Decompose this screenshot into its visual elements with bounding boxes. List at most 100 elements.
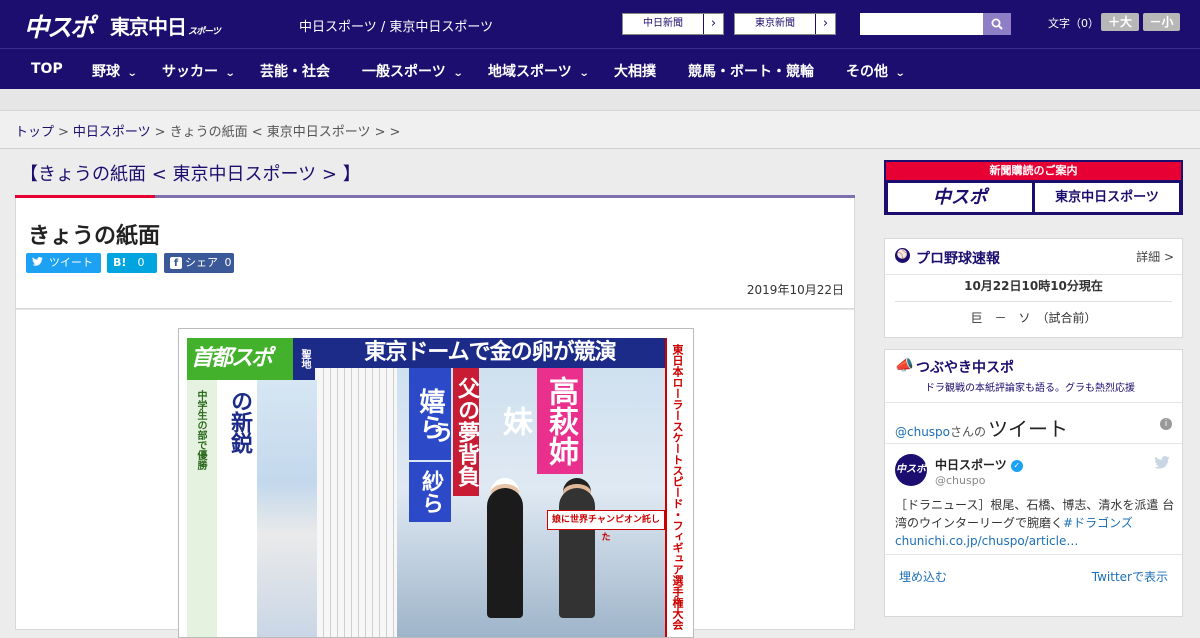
nav-item-entertainment[interactable]: 芸能・社会 <box>260 61 330 81</box>
nav-item-top[interactable]: TOP <box>31 61 63 77</box>
divider <box>885 402 1182 403</box>
nav-item-label: 競馬・ボート・競輪 <box>688 64 814 80</box>
chevron-right-icon: › <box>703 14 723 34</box>
tokyo-shimbun-link[interactable]: 東京新聞 › <box>734 13 836 35</box>
view-on-twitter-link[interactable]: Twitterで表示 <box>1092 568 1168 585</box>
facebook-share-label: シェア <box>185 256 218 269</box>
newspaper-front-page-image[interactable]: 首都スポ 聖地 東京ドームで金の卵が競演 中学生の部で優勝 王国・徳島に挑む東日… <box>178 328 694 638</box>
baseball-scores-header: ⚾ プロ野球速報 詳細 > <box>885 239 1182 275</box>
tweets-title: つぶやき中スポ <box>916 360 1014 376</box>
tweet-text: ［ドラニュース］根尾、石橋、博志、清水を派遣 台湾のウインターリーグで腕磨く#ド… <box>895 496 1175 550</box>
promo-chuspo[interactable]: 中スポ <box>888 183 1032 212</box>
divider <box>885 443 1182 444</box>
breadcrumb-separator: > <box>58 125 69 140</box>
newspaper-logo: 首都スポ <box>187 338 293 380</box>
baseball-details-link[interactable]: 詳細 > <box>1136 248 1174 265</box>
nav-item-other[interactable]: その他 ⌄ <box>846 61 906 81</box>
tweets-by-suffix: さんの <box>950 425 987 439</box>
tokyo-logo-text: 東京中日 <box>110 15 187 39</box>
nav-item-label: 地域スポーツ <box>488 64 572 80</box>
nav-item-sumo[interactable]: 大相撲 <box>614 61 656 81</box>
megaphone-icon: 📣 <box>895 356 914 374</box>
info-icon[interactable]: i <box>1160 418 1172 430</box>
chevron-down-icon: ⌄ <box>452 68 464 79</box>
newspaper-kicker: 聖地 <box>293 338 315 380</box>
newspaper-left-column: 中学生の部で優勝 <box>187 380 217 637</box>
breadcrumb: トップ > 中日スポーツ > きょうの紙面 < 東京中日スポーツ > > <box>15 121 404 140</box>
chuspo-logo[interactable]: 中スポ <box>24 8 95 44</box>
font-increase-button[interactable]: ＋大 <box>1101 13 1139 31</box>
tweet-user-name-text: 中日スポーツ <box>935 458 1007 472</box>
hatena-bookmark-button[interactable]: B! 0 <box>107 253 157 273</box>
nav-item-label: 大相撲 <box>614 64 656 80</box>
subscription-promo-title: 新聞購読のご案内 <box>886 162 1181 180</box>
promo-tokyo-chunichi[interactable]: 東京中日スポーツ <box>1035 183 1179 212</box>
breadcrumb-top[interactable]: トップ <box>15 125 54 140</box>
newspaper-photo-person <box>559 488 595 618</box>
font-decrease-button[interactable]: －小 <box>1143 13 1180 31</box>
nav-item-label: その他 <box>846 64 888 80</box>
subscription-promo[interactable]: 新聞購読のご案内 中スポ 東京中日スポーツ <box>884 160 1183 215</box>
tweets-card: 📣 つぶやき中スポ ドラ観戦の本紙評論家も語る。グラも熱烈応援 @chuspoさ… <box>884 349 1183 617</box>
baseball-scores-title: プロ野球速報 <box>916 251 1000 267</box>
newspaper-pink-title: 高萩姉妹 <box>497 368 583 474</box>
main-nav: TOP 野球 ⌄ サッカー ⌄ 芸能・社会 一般スポーツ ⌄ 地域スポーツ ⌄ 大相撲 … <box>0 48 1200 89</box>
nav-item-soccer[interactable]: サッカー ⌄ <box>162 61 236 81</box>
font-size-label: 文字（0） <box>1048 17 1099 30</box>
facebook-icon: f <box>170 257 182 269</box>
tweets-subtitle: ドラ観戦の本紙評論家も語る。グラも熱烈応援 <box>925 383 1135 394</box>
article-header: きょうの紙面 ツイート B! 0 f シェア 0 2019年10月22日 <box>15 198 855 309</box>
breadcrumb-separator: > <box>389 125 401 140</box>
chunichi-shimbun-link[interactable]: 中日新聞 › <box>622 13 724 35</box>
search-icon <box>991 18 1003 30</box>
facebook-count: 0 <box>224 256 232 269</box>
nav-item-label: 野球 <box>92 64 120 80</box>
tweets-handle-link[interactable]: @chuspo <box>895 425 950 439</box>
nav-item-label: 芸能・社会 <box>260 64 330 80</box>
top-bar: 中スポ 東京中日 スポーツ 中日スポーツ / 東京中日スポーツ 中日新聞 › 東京… <box>0 0 1200 48</box>
facebook-share-button[interactable]: f シェア 0 <box>164 253 234 273</box>
article-body: 首都スポ 聖地 東京ドームで金の卵が競演 中学生の部で優勝 王国・徳島に挑む東日… <box>15 309 855 638</box>
newspaper-left-headline: 王国・徳島に挑む東日本の新鋭 <box>217 380 284 637</box>
newspaper-blue-title: 嬉ら <box>409 368 451 460</box>
sub-bar <box>0 89 1200 111</box>
chevron-right-icon: › <box>815 14 835 34</box>
tweet-label: ツイート <box>49 256 93 269</box>
chevron-down-icon: ⌄ <box>894 68 906 79</box>
hatena-bookmark-icon: B! <box>113 256 127 269</box>
tweet-user-name[interactable]: 中日スポーツ ✓ <box>935 456 1023 473</box>
chevron-down-icon: ⌄ <box>578 68 590 79</box>
tweet-user-handle[interactable]: @chuspo <box>935 474 985 487</box>
chevron-down-icon: ⌄ <box>224 68 236 79</box>
breadcrumb-separator: > <box>154 125 166 140</box>
ext-link-label: 東京新聞 <box>755 18 795 29</box>
twitter-icon <box>1154 456 1170 473</box>
tweets-by-line: @chuspoさんの ツイート <box>895 413 1068 442</box>
nav-item-regional-sports[interactable]: 地域スポーツ ⌄ <box>488 61 590 81</box>
section-heading: 【きょうの紙面 < 東京中日スポーツ > 】 <box>20 164 361 185</box>
avatar[interactable]: 中スポ <box>895 454 927 486</box>
tweet-button[interactable]: ツイート <box>26 253 101 273</box>
article-title: きょうの紙面 <box>28 224 161 249</box>
newspaper-photo-person <box>487 488 523 618</box>
ext-link-label: 中日新聞 <box>643 18 683 29</box>
tweets-header: 📣 つぶやき中スポ ドラ観戦の本紙評論家も語る。グラも熱烈応援 <box>885 350 1182 402</box>
search-button[interactable] <box>983 13 1011 35</box>
baseball-game-row[interactable]: 巨 － ソ （試合前） <box>885 309 1182 326</box>
nav-item-racing[interactable]: 競馬・ボート・競輪 <box>688 61 814 81</box>
chevron-down-icon: ⌄ <box>126 68 138 79</box>
nav-item-label: 一般スポーツ <box>362 64 446 80</box>
baseball-icon: ⚾ <box>895 248 910 263</box>
article-date: 2019年10月22日 <box>746 283 844 297</box>
search-input[interactable] <box>860 13 983 35</box>
divider <box>885 554 1182 555</box>
newspaper-red-title: 父の夢背負う <box>428 368 479 496</box>
breadcrumb-chunichi-sports[interactable]: 中日スポーツ <box>73 125 151 140</box>
newspaper-left-column-text: 中学生の部で優勝 <box>195 390 206 470</box>
nav-item-label: サッカー <box>162 64 218 80</box>
newspaper-skater-photos <box>257 380 317 637</box>
nav-item-general-sports[interactable]: 一般スポーツ ⌄ <box>362 61 464 81</box>
tokyo-chunichi-logo[interactable]: 東京中日 スポーツ <box>110 11 221 40</box>
embed-link[interactable]: 埋め込む <box>899 568 947 585</box>
nav-item-baseball[interactable]: 野球 ⌄ <box>92 61 138 81</box>
